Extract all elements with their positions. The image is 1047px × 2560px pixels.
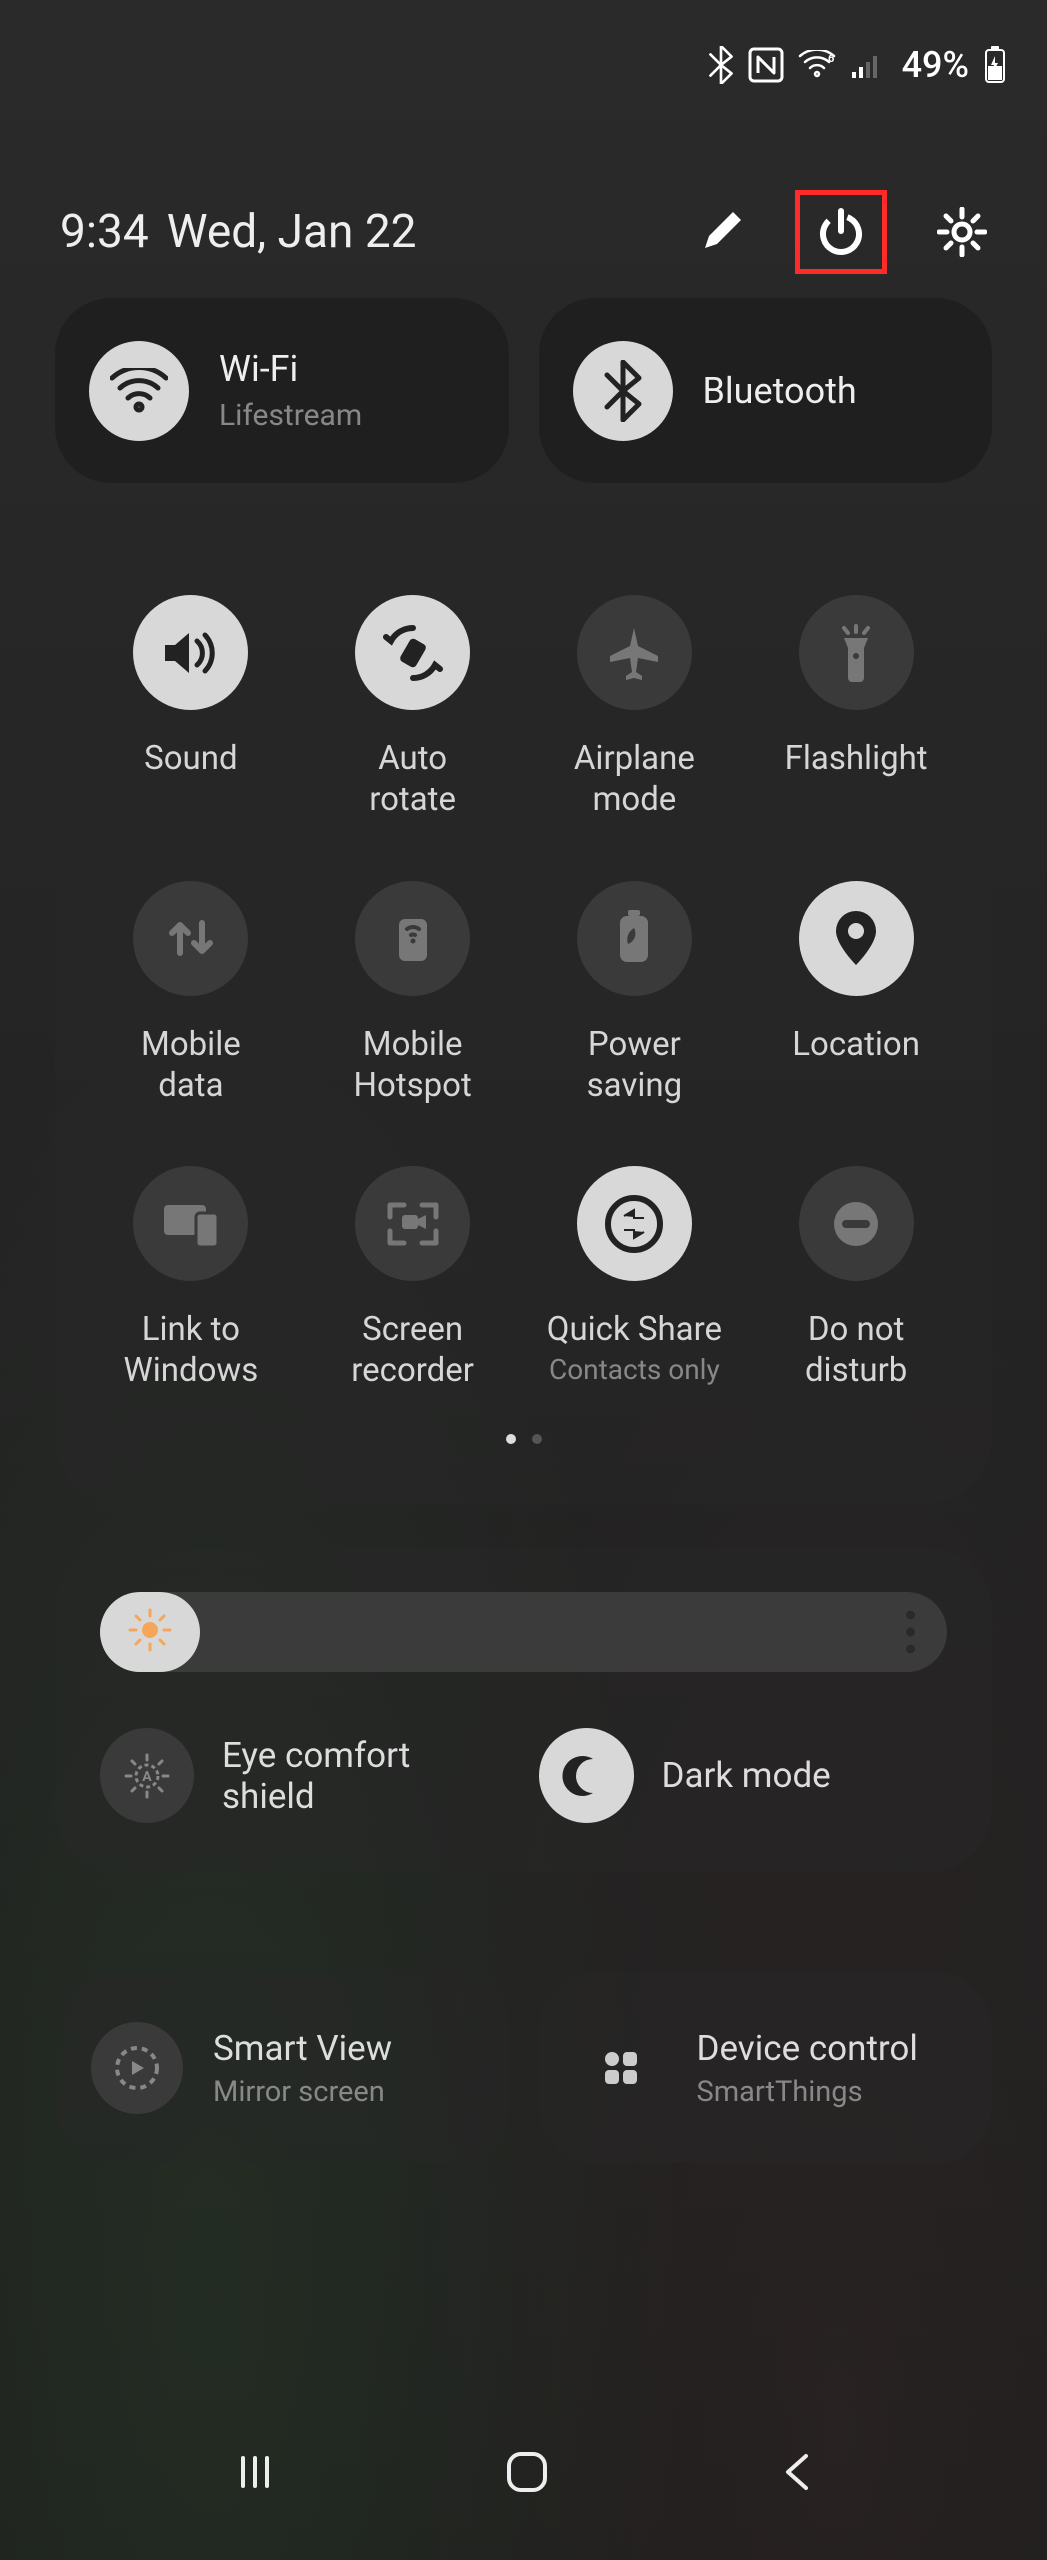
quick-settings-panel: Sound Autorotate Airplanemode Flashlight <box>55 530 992 1504</box>
signal-status-icon <box>850 50 882 80</box>
quick-share-tile[interactable]: Quick ShareContacts only <box>529 1166 739 1392</box>
link-to-windows-tile[interactable]: Link toWindows <box>86 1166 296 1392</box>
airplane-mode-tile[interactable]: Airplanemode <box>529 595 739 821</box>
power-saving-icon <box>577 881 692 996</box>
sound-icon <box>133 595 248 710</box>
quick-share-icon <box>577 1166 692 1281</box>
location-tile[interactable]: Location <box>751 881 961 1107</box>
status-bar: 6 49% <box>0 0 1047 130</box>
panel-header: 9:34 Wed, Jan 22 <box>60 190 987 274</box>
svg-text:6: 6 <box>828 52 834 65</box>
device-control-tile[interactable]: Device control SmartThings <box>539 1973 993 2163</box>
nfc-status-icon <box>748 47 784 83</box>
eye-comfort-icon: A <box>100 1728 194 1823</box>
recents-button[interactable] <box>231 2448 279 2496</box>
screen-recorder-icon <box>355 1166 470 1281</box>
navigation-bar <box>0 2432 1047 2512</box>
mobile-data-icon <box>133 881 248 996</box>
bluetooth-icon <box>573 341 673 441</box>
eye-comfort-tile[interactable]: A Eye comfort shield <box>100 1728 509 1823</box>
brightness-sun-icon <box>126 1606 174 1658</box>
clock[interactable]: 9:34 Wed, Jan 22 <box>60 205 417 259</box>
auto-rotate-icon <box>355 595 470 710</box>
smart-view-label: Smart View <box>213 2028 392 2069</box>
back-button[interactable] <box>776 2448 816 2496</box>
device-control-icon <box>575 2022 667 2114</box>
wifi-sublabel: Lifestream <box>219 398 362 433</box>
dark-mode-tile[interactable]: Dark mode <box>539 1728 948 1823</box>
wifi-label: Wi-Fi <box>219 348 362 390</box>
mobile-hotspot-tile[interactable]: MobileHotspot <box>308 881 518 1107</box>
device-control-sublabel: SmartThings <box>697 2075 918 2109</box>
auto-rotate-tile[interactable]: Autorotate <box>308 595 518 821</box>
battery-icon <box>983 46 1007 84</box>
wifi-tile[interactable]: Wi-Fi Lifestream <box>55 298 509 483</box>
date: Wed, Jan 22 <box>167 205 417 259</box>
home-button[interactable] <box>501 2446 553 2498</box>
power-button-highlight <box>795 190 887 274</box>
time: 9:34 <box>60 205 149 259</box>
brightness-slider[interactable] <box>100 1592 947 1672</box>
bluetooth-status-icon <box>708 46 734 84</box>
bluetooth-label: Bluetooth <box>703 370 857 412</box>
eye-comfort-label: Eye comfort shield <box>222 1735 509 1817</box>
flashlight-icon <box>799 595 914 710</box>
smart-view-sublabel: Mirror screen <box>213 2075 392 2109</box>
smart-view-tile[interactable]: Smart View Mirror screen <box>55 1973 509 2163</box>
dark-mode-label: Dark mode <box>662 1755 831 1796</box>
airplane-icon <box>577 595 692 710</box>
screen-recorder-tile[interactable]: Screenrecorder <box>308 1166 518 1392</box>
power-saving-tile[interactable]: Powersaving <box>529 881 739 1107</box>
battery-percent: 49% <box>902 44 969 86</box>
settings-icon[interactable] <box>937 207 987 257</box>
flashlight-tile[interactable]: Flashlight <box>751 595 961 821</box>
power-icon[interactable] <box>814 205 868 259</box>
bluetooth-tile[interactable]: Bluetooth <box>539 298 993 483</box>
dark-mode-icon <box>539 1728 634 1823</box>
dnd-icon <box>799 1166 914 1281</box>
display-panel: A Eye comfort shield Dark mode <box>55 1547 992 1873</box>
wifi-icon <box>89 341 189 441</box>
page-indicator[interactable] <box>85 1434 962 1444</box>
sound-tile[interactable]: Sound <box>86 595 296 821</box>
location-icon <box>799 881 914 996</box>
device-control-label: Device control <box>697 2028 918 2069</box>
hotspot-icon <box>355 881 470 996</box>
smart-view-icon <box>91 2022 183 2114</box>
wifi-status-icon: 6 <box>798 50 836 80</box>
link-windows-icon <box>133 1166 248 1281</box>
mobile-data-tile[interactable]: Mobiledata <box>86 881 296 1107</box>
brightness-menu-icon[interactable] <box>906 1611 915 1654</box>
do-not-disturb-tile[interactable]: Do notdisturb <box>751 1166 961 1392</box>
svg-text:A: A <box>142 1769 152 1785</box>
edit-icon[interactable] <box>697 208 745 256</box>
